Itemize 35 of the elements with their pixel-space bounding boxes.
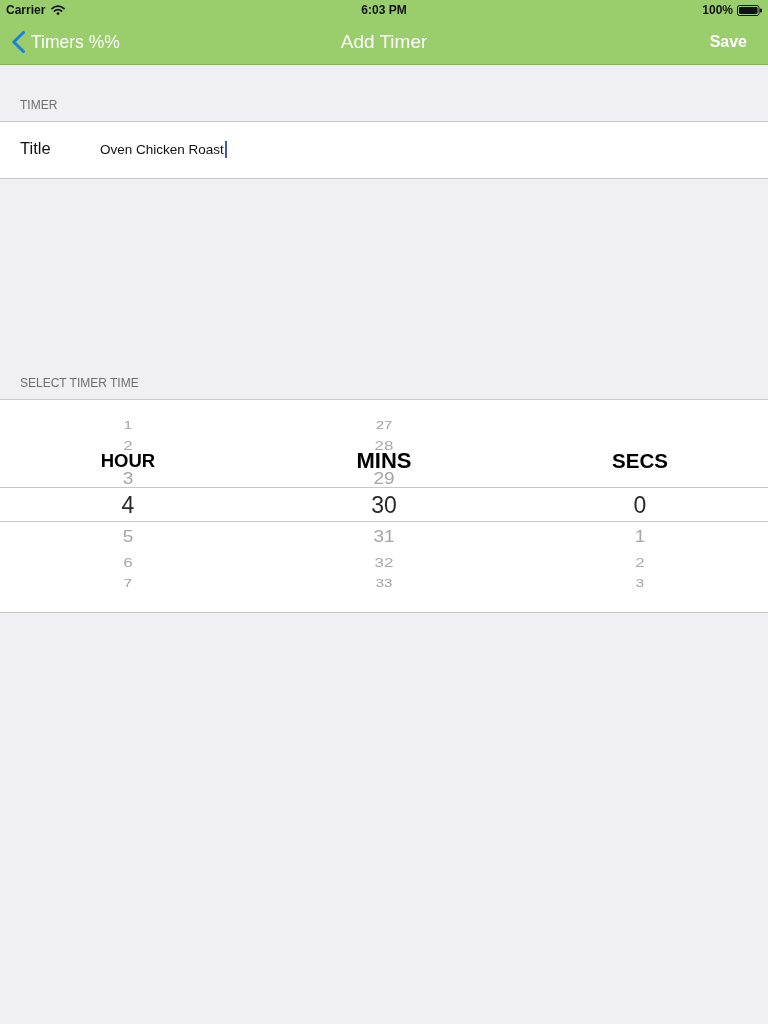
picker-item[interactable]: 3	[635, 578, 645, 589]
picker-item[interactable]: 33	[375, 578, 393, 589]
wifi-icon	[51, 5, 66, 15]
picker-item[interactable]: 32	[374, 556, 394, 570]
picker-item[interactable]: 1	[123, 420, 133, 431]
picker-item[interactable]: 27	[375, 420, 393, 431]
picker-item[interactable]: 0	[633, 491, 647, 518]
picker-column-label: HOUR	[100, 452, 156, 470]
section-header: SELECT TIMER TIME	[20, 375, 139, 391]
title-field[interactable]: Oven Chicken Roast	[100, 133, 748, 163]
time-picker[interactable]: 1 2 3 4 5 6 7 HOUR 27 28 29 30 31 32 33 MINS 0 1 2 3 SECS	[0, 399, 768, 613]
screen-title: Add Timer	[340, 30, 428, 54]
picker-item[interactable]: 1	[634, 528, 646, 545]
save-button[interactable]: Save	[702, 29, 754, 55]
battery-percent: 100%	[702, 3, 733, 17]
status-time: 6:03 PM	[361, 3, 407, 17]
picker-item[interactable]: 7	[123, 578, 133, 589]
chevron-left-icon	[12, 31, 25, 53]
section-header: TIMER	[20, 97, 58, 113]
battery-icon	[737, 4, 762, 16]
picker-item[interactable]: 6	[123, 556, 133, 570]
picker-item[interactable]: 3	[122, 470, 134, 487]
picker-item[interactable]: 29	[373, 470, 395, 487]
picker-item[interactable]: 31	[373, 528, 395, 545]
picker-column-label: MINS	[356, 452, 412, 470]
picker-item[interactable]: 5	[122, 528, 134, 545]
picker-item[interactable]: 2	[635, 556, 645, 570]
picker-column-label: SECS	[612, 452, 668, 470]
carrier-label: Carrier	[6, 3, 46, 17]
picker-item[interactable]: 30	[371, 491, 397, 518]
field-label: Title	[20, 138, 52, 158]
picker-item[interactable]: 4	[121, 491, 135, 518]
back-button[interactable]: Timers %%	[0, 28, 124, 56]
picker-item[interactable]: 2	[123, 439, 133, 453]
picker-item[interactable]: 28	[374, 439, 394, 453]
